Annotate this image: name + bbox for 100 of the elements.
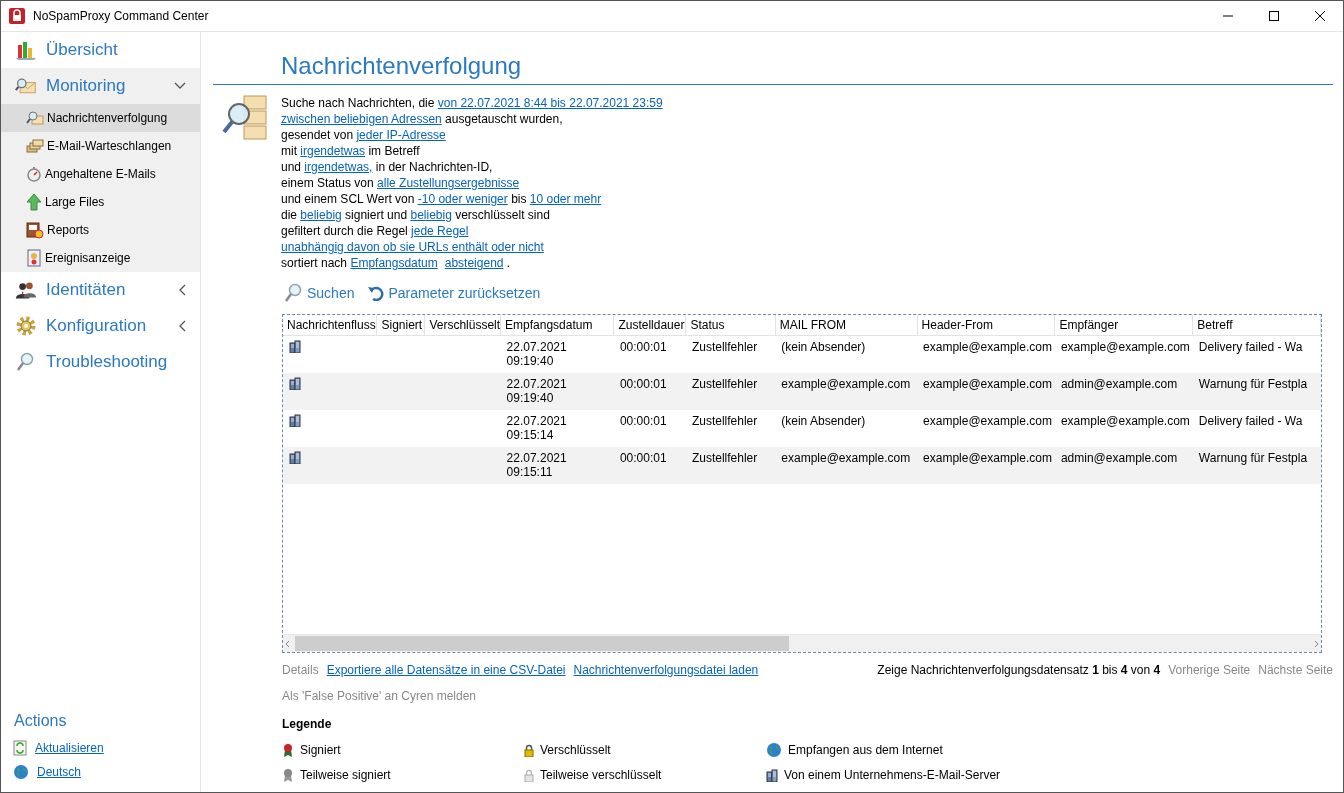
chevron-left-icon[interactable] <box>178 320 186 332</box>
nav-item[interactable]: Large Files <box>1 188 200 216</box>
nav-label: Troubleshooting <box>46 352 169 372</box>
chevron-down-icon[interactable] <box>174 82 186 90</box>
legend-label: Empfangen aus dem Internet <box>788 743 943 757</box>
table-cell: Zustellfehler <box>691 377 758 391</box>
nav-group[interactable]: Konfiguration <box>1 308 200 344</box>
column-header[interactable]: Zustelldauer <box>613 315 686 336</box>
query-line: sortiert nach Empfangsdatum absteigend . <box>281 255 512 271</box>
column-header[interactable]: Empfangsdatum <box>500 315 614 336</box>
action-link[interactable]: Deutsch <box>37 765 82 779</box>
reset-button[interactable]: Parameter zurücksetzen <box>368 283 541 303</box>
query-line: gesendet von jeder IP-Adresse <box>281 127 447 143</box>
query-line: und einem SCL Wert von -10 oder weniger bis 10 oder mehr <box>281 191 603 207</box>
column-header[interactable]: Empfänger <box>1054 315 1193 336</box>
envelope-stack-icon <box>26 138 44 154</box>
nav-item-label: Large Files <box>45 195 105 209</box>
gear-icon <box>15 315 37 337</box>
globe-icon <box>13 764 29 780</box>
query-link[interactable]: jeder IP-Adresse <box>356 128 446 142</box>
column-header[interactable]: Signiert <box>376 315 425 336</box>
query-link[interactable]: Empfangsdatum <box>350 256 438 270</box>
column-header[interactable]: Nachrichtenfluss <box>283 315 377 336</box>
table-cell: 22.07.2021 09:19:40 <box>506 340 567 368</box>
people-icon <box>15 279 37 301</box>
nav-group[interactable]: Monitoring <box>1 68 200 104</box>
window-title: NoSpamProxy Command Center <box>33 9 209 23</box>
nav-item-label: Angehaltene E-Mails <box>45 167 156 181</box>
padlock-icon <box>524 743 534 757</box>
search-icon <box>17 352 35 372</box>
table-cell: example@example.com <box>1060 340 1190 354</box>
query-line: mit irgendetwas im Betreff <box>281 143 421 159</box>
table-cell: example@example.com <box>781 377 911 391</box>
chevron-left-icon[interactable] <box>178 284 186 296</box>
query-link[interactable]: absteigend <box>444 256 504 270</box>
nav-label: Monitoring <box>46 76 127 96</box>
column-header[interactable]: Verschlüsselt <box>424 315 501 336</box>
ribbon-icon <box>282 768 294 782</box>
app-logo-icon <box>9 8 25 24</box>
footer-link[interactable]: Nachrichtenverfolgungsdatei laden <box>573 663 759 677</box>
record-count: Zeige Nachrichtenverfolgungsdatensatz 1 bis 4 von 4 <box>877 663 1161 677</box>
close-icon <box>1315 11 1325 21</box>
horizontal-scrollbar[interactable] <box>283 634 1321 652</box>
table-cell: 22.07.2021 09:15:14 <box>506 414 567 442</box>
query-line: einem Status von alle Zustellungsergebnisse <box>281 175 521 191</box>
query-link[interactable]: unabhängig davon ob sie URLs enthält oder nicht <box>281 240 544 254</box>
nav-item[interactable]: Troubleshooting <box>1 344 200 380</box>
legend-label: Teilweise signiert <box>300 768 391 782</box>
nav-label: Übersicht <box>46 40 119 60</box>
query-link[interactable]: alle Zustellungsergebnisse <box>377 176 520 190</box>
query-link[interactable]: zwischen beliebigen Adressen <box>281 112 442 126</box>
footer-link[interactable]: Exportiere alle Datensätze in eine CSV-Datei <box>326 663 566 677</box>
actions-heading: Actions <box>13 711 68 731</box>
undo-icon <box>368 285 385 301</box>
table-cell: example@example.com <box>923 414 1052 428</box>
column-header[interactable]: Header-From <box>917 315 1055 336</box>
query-link[interactable]: jede Regel <box>411 224 469 238</box>
table-cell: example@example.com <box>781 451 911 465</box>
table-cell: Zustellfehler <box>691 340 758 354</box>
query-link[interactable]: beliebig <box>300 208 342 222</box>
legend-heading: Legende <box>282 717 333 731</box>
server-icon <box>289 451 301 464</box>
query-link[interactable]: irgendetwas, <box>304 160 373 174</box>
column-header[interactable]: Status <box>685 315 776 336</box>
nav-item[interactable]: Nachrichtenverfolgung <box>1 104 200 132</box>
query-link[interactable]: -10 oder weniger <box>417 192 508 206</box>
column-header[interactable]: MAIL FROM <box>775 315 918 336</box>
nav-item[interactable]: E-Mail-Warteschlangen <box>1 132 200 160</box>
column-header[interactable]: Betreff <box>1192 315 1321 336</box>
table-cell: admin@example.com <box>1060 377 1178 391</box>
nav-item[interactable]: Ereignisanzeige <box>1 244 200 272</box>
table-cell: Warnung für Festpla <box>1198 451 1308 465</box>
table-cell: Zustellfehler <box>691 451 758 465</box>
query-line: Suche nach Nachrichten, die von 22.07.2021 8:44 bis 22.07.2021 23:59 <box>281 95 663 111</box>
table-cell: Warnung für Festpla <box>1198 377 1308 391</box>
legend-label: Verschlüsselt <box>540 743 611 757</box>
bar-chart-icon <box>15 39 37 61</box>
query-link[interactable]: 10 oder mehr <box>529 192 602 206</box>
query-link[interactable]: von 22.07.2021 8:44 bis 22.07.2021 23:59 <box>437 96 663 110</box>
table-cell: example@example.com <box>923 377 1052 391</box>
legend-label: Signiert <box>300 743 341 757</box>
table-cell: example@example.com <box>923 340 1052 354</box>
table-cell: (kein Absender) <box>781 340 866 354</box>
search-button[interactable]: Suchen <box>285 283 355 303</box>
table-cell: example@example.com <box>923 451 1052 465</box>
ribbon-icon <box>282 743 294 757</box>
maximize-icon <box>1269 11 1279 21</box>
table-cell: 22.07.2021 09:19:40 <box>506 377 567 405</box>
table-cell: 00:00:01 <box>619 414 667 428</box>
server-icon <box>289 340 301 353</box>
action-link[interactable]: Aktualisieren <box>35 741 104 755</box>
query-link[interactable]: beliebig <box>410 208 452 222</box>
nav-group[interactable]: Identitäten <box>1 272 200 308</box>
nav-item[interactable]: Reports <box>1 216 200 244</box>
table-cell: example@example.com <box>1060 414 1190 428</box>
table-cell: admin@example.com <box>1060 451 1178 465</box>
nav-item[interactable]: Angehaltene E-Mails <box>1 160 200 188</box>
query-link[interactable]: irgendetwas <box>300 144 366 158</box>
nav-item[interactable]: Übersicht <box>1 32 200 68</box>
stopwatch-icon <box>26 166 42 182</box>
